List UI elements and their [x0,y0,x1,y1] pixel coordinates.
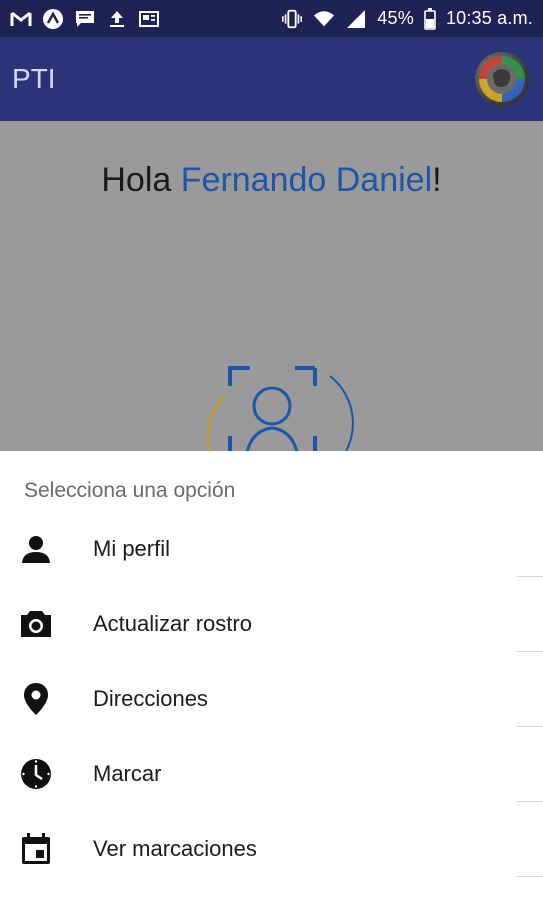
camera-icon [18,606,54,642]
person-icon [18,531,54,567]
face-scan-icon [207,366,354,466]
wifi-icon [313,8,335,30]
location-pin-icon [18,681,54,717]
status-bar-right: 45% 10:35 a.m. [281,7,533,30]
vibrate-icon [281,8,303,30]
app-icon [42,8,64,30]
greeting: Hola Fernando Daniel! [0,161,543,200]
globe-logo-icon[interactable] [475,52,529,106]
bottom-sheet: Selecciona una opción Mi perfil Actualiz… [0,451,543,900]
menu-item-mi-perfil[interactable]: Mi perfil [0,511,543,586]
menu-item-ver-marcaciones[interactable]: Ver marcaciones [0,811,543,886]
app-title: PTI [12,63,56,94]
signal-icon [345,8,367,30]
battery-percent: 45% [377,8,414,28]
battery-icon [424,7,436,30]
menu-item-direcciones[interactable]: Direcciones [0,661,543,736]
upload-icon [106,8,128,30]
user-name: Fernando Daniel [180,161,433,199]
calendar-icon [18,831,54,867]
clock-icon [18,756,54,792]
menu-label: Actualizar rostro [93,610,252,636]
greeting-prefix: Hola [101,161,172,199]
clock-time: 10:35 a.m. [445,8,533,28]
menu-label: Ver marcaciones [93,835,257,861]
greeting-suffix: ! [432,161,442,199]
divider [517,576,543,577]
menu-label: Marcar [93,760,162,786]
menu-label: Direcciones [93,685,208,711]
menu-item-actualizar-rostro[interactable]: Actualizar rostro [0,586,543,661]
news-icon [138,8,160,30]
divider [517,876,543,877]
divider [517,801,543,802]
divider [517,726,543,727]
menu-label: Mi perfil [93,535,171,561]
sheet-title: Selecciona una opción [24,479,236,502]
main-content: Hola Fernando Daniel! [0,121,543,466]
menu-item-marcar[interactable]: Marcar [0,736,543,811]
message-icon [74,8,96,30]
status-bar-left [10,8,160,30]
gmail-icon [10,8,32,30]
status-bar: 45% 10:35 a.m. [0,0,543,37]
divider [517,651,543,652]
app-bar: PTI [0,37,543,121]
